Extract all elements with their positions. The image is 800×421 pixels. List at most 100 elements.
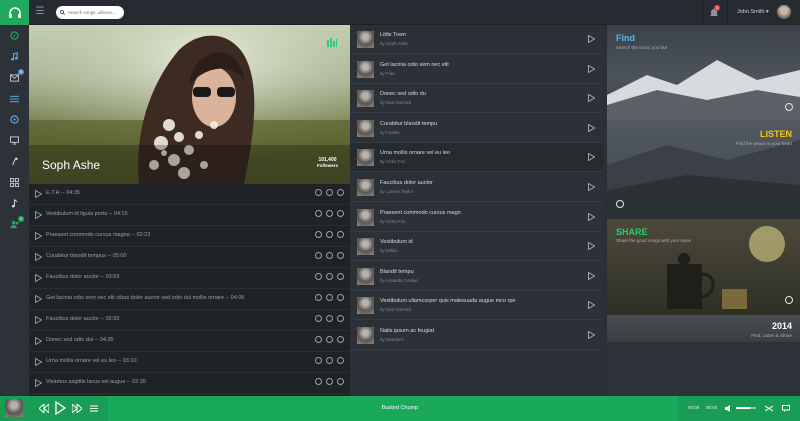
cloud-icon[interactable] bbox=[315, 273, 322, 280]
play-icon[interactable] bbox=[588, 183, 595, 191]
play-icon[interactable] bbox=[588, 123, 595, 132]
list-icon[interactable] bbox=[9, 93, 20, 104]
more-icon[interactable] bbox=[337, 378, 344, 385]
shuffle-icon[interactable] bbox=[765, 405, 773, 412]
arrow-right-icon[interactable] bbox=[785, 103, 793, 111]
play-icon[interactable] bbox=[35, 274, 42, 282]
play-icon[interactable] bbox=[588, 331, 595, 339]
table-row[interactable]: Vivamus sagittis lacus vel augue -- 02:3… bbox=[29, 373, 350, 394]
more-icon[interactable] bbox=[337, 294, 344, 301]
arrow-right-icon[interactable] bbox=[785, 296, 793, 304]
play-icon[interactable] bbox=[588, 153, 595, 162]
disc-icon[interactable] bbox=[9, 114, 20, 125]
play-icon[interactable] bbox=[35, 295, 42, 303]
play-icon[interactable] bbox=[588, 35, 595, 43]
more-icon[interactable] bbox=[337, 252, 344, 259]
play-icon[interactable] bbox=[588, 271, 595, 280]
music-icon[interactable] bbox=[9, 198, 20, 209]
play-icon[interactable] bbox=[35, 379, 42, 387]
list-item[interactable]: Donec sed odio du by Dan Dorrack bbox=[350, 84, 603, 114]
table-row[interactable]: Faucibus dolor auctor -- 02:55 bbox=[29, 310, 350, 331]
add-icon[interactable] bbox=[326, 336, 333, 343]
add-icon[interactable] bbox=[326, 189, 333, 196]
add-icon[interactable] bbox=[326, 357, 333, 364]
add-icon[interactable] bbox=[326, 231, 333, 238]
arrow-left-icon[interactable] bbox=[616, 200, 624, 208]
microphone-icon[interactable] bbox=[9, 156, 20, 167]
table-row[interactable]: E.T.H -- 04:35 bbox=[29, 184, 350, 205]
list-item[interactable]: Blandit tempu by Amanda Conlan bbox=[350, 262, 603, 291]
cloud-icon[interactable] bbox=[315, 357, 322, 364]
avatar[interactable] bbox=[777, 5, 791, 19]
table-row[interactable]: Faucibus dolor auctor -- 03:59 bbox=[29, 268, 350, 289]
add-icon[interactable] bbox=[326, 294, 333, 301]
play-icon[interactable] bbox=[588, 94, 595, 103]
panel-listen[interactable]: LISTEN Find the peace in your heart bbox=[607, 120, 800, 219]
panel-find[interactable]: Find Search the music you like bbox=[607, 25, 800, 120]
play-icon[interactable] bbox=[588, 242, 595, 251]
add-icon[interactable] bbox=[326, 252, 333, 259]
song-title: Blandit tempu bbox=[380, 268, 414, 275]
more-icon[interactable] bbox=[337, 210, 344, 217]
more-icon[interactable] bbox=[337, 273, 344, 280]
user-menu[interactable]: John.Smith ▾ bbox=[737, 9, 769, 15]
more-icon[interactable] bbox=[337, 189, 344, 196]
comment-icon[interactable] bbox=[782, 405, 790, 412]
search-box[interactable] bbox=[56, 6, 124, 19]
cloud-icon[interactable] bbox=[315, 252, 322, 259]
list-item[interactable]: Get lacinia odio sem nec elit by Filex bbox=[350, 55, 603, 84]
list-item[interactable]: Natis ipsum ac feugiat by Dandium bbox=[350, 321, 603, 350]
play-icon[interactable] bbox=[35, 253, 42, 261]
table-row[interactable]: Donec sed odio dui -- 04:35 bbox=[29, 331, 350, 352]
cloud-icon[interactable] bbox=[315, 294, 322, 301]
list-item[interactable]: Curabitur blandit tempu by Fuales bbox=[350, 114, 603, 143]
list-item[interactable]: Vestibulum id by Milian bbox=[350, 232, 603, 262]
play-icon[interactable] bbox=[588, 301, 595, 310]
headphones-logo-icon[interactable] bbox=[0, 0, 29, 25]
list-item[interactable]: Vestibulum ullamcorper quis malesuada au… bbox=[350, 291, 603, 321]
cloud-icon[interactable] bbox=[315, 210, 322, 217]
more-icon[interactable] bbox=[337, 336, 344, 343]
play-icon[interactable] bbox=[35, 190, 42, 198]
table-row[interactable]: Curabitur blandit tempus -- 05:00 bbox=[29, 247, 350, 268]
add-icon[interactable] bbox=[326, 210, 333, 217]
add-icon[interactable] bbox=[326, 315, 333, 322]
panel-year[interactable]: 2014 Find, Listen & Share bbox=[607, 315, 800, 342]
list-item[interactable]: Little Town by Soph Ashe bbox=[350, 25, 603, 54]
table-row[interactable]: Urna mollis ornare vel eu leo -- 03:10 bbox=[29, 352, 350, 373]
add-icon[interactable] bbox=[326, 378, 333, 385]
volume-slider[interactable] bbox=[736, 407, 756, 409]
menu-icon[interactable]: ☰ bbox=[34, 6, 46, 18]
list-item[interactable]: Praesent commodo cursus magn by Chris Fox bbox=[350, 203, 603, 232]
more-icon[interactable] bbox=[337, 357, 344, 364]
artist-hero[interactable]: Soph Ashe 101,400 Followers bbox=[29, 25, 350, 184]
play-icon[interactable] bbox=[588, 212, 595, 221]
compass-icon[interactable] bbox=[9, 30, 20, 41]
cloud-icon[interactable] bbox=[315, 336, 322, 343]
more-icon[interactable] bbox=[337, 231, 344, 238]
list-item[interactable]: Urna mollis ornare vel eu leo by Chris Fo… bbox=[350, 143, 603, 173]
search-input[interactable] bbox=[68, 10, 122, 15]
play-icon[interactable] bbox=[35, 358, 42, 366]
play-icon[interactable] bbox=[35, 232, 42, 240]
play-icon[interactable] bbox=[35, 337, 42, 345]
music-note-icon[interactable] bbox=[9, 51, 20, 62]
followers-label: Followers bbox=[316, 163, 338, 168]
cloud-icon[interactable] bbox=[315, 315, 322, 322]
table-row[interactable]: Vestibulum id ligula porta -- 04:15 bbox=[29, 205, 350, 226]
panel-share[interactable]: SHARE Share the good songs with your lov… bbox=[607, 219, 800, 315]
list-item[interactable]: Faucibus dolor auctor by Lauren Taylor bbox=[350, 173, 603, 202]
play-icon[interactable] bbox=[588, 64, 595, 73]
play-icon[interactable] bbox=[35, 316, 42, 324]
monitor-icon[interactable] bbox=[9, 135, 20, 146]
cloud-icon[interactable] bbox=[315, 231, 322, 238]
cloud-icon[interactable] bbox=[315, 378, 322, 385]
volume-icon[interactable] bbox=[725, 405, 733, 412]
table-row[interactable]: Get lacinia odio sem nec elit cibus dolo… bbox=[29, 289, 350, 310]
add-icon[interactable] bbox=[326, 273, 333, 280]
table-row[interactable]: Praesent commodo cursus magna -- 02:23 bbox=[29, 226, 350, 247]
play-icon[interactable] bbox=[35, 211, 42, 219]
more-icon[interactable] bbox=[337, 315, 344, 322]
cloud-icon[interactable] bbox=[315, 189, 322, 196]
grid-icon[interactable] bbox=[9, 177, 20, 188]
